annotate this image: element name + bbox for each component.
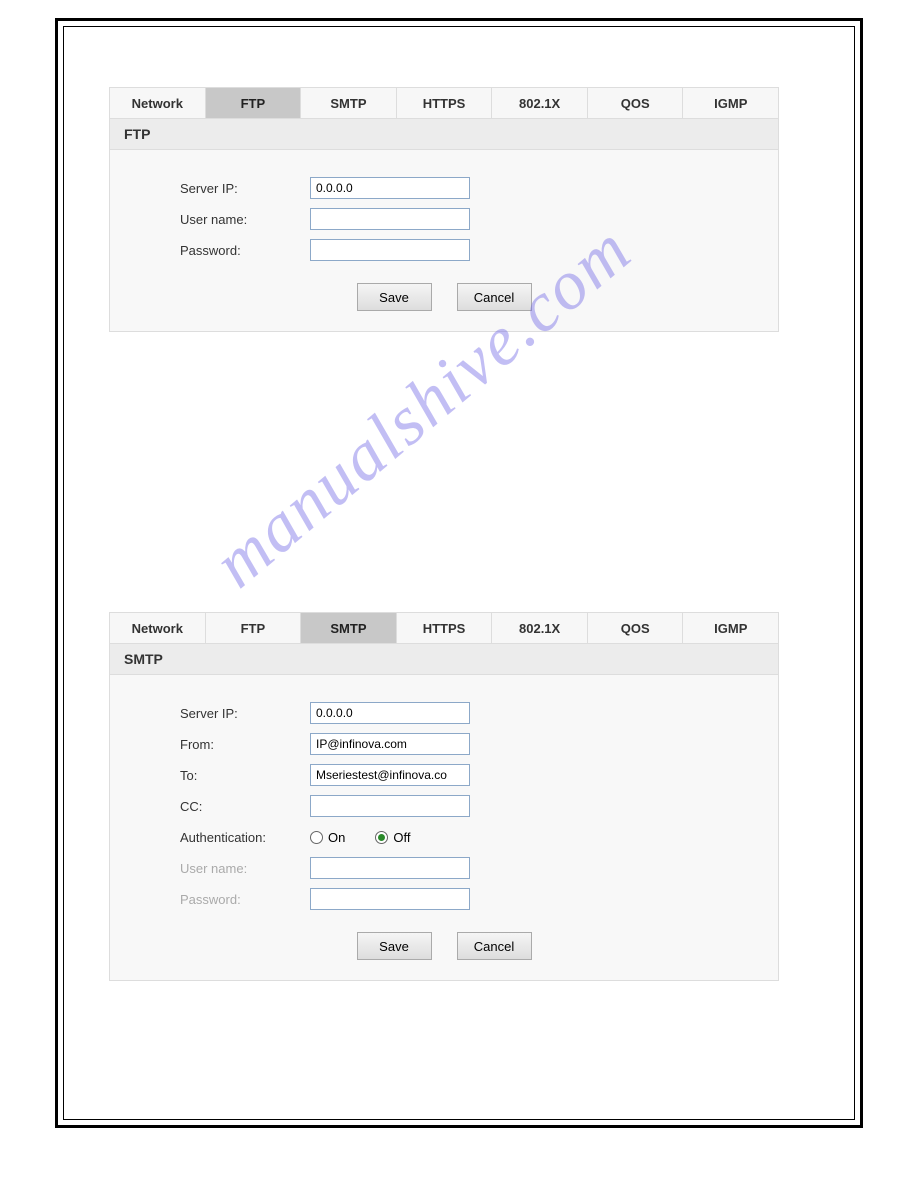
tab-https-2[interactable]: HTTPS (397, 613, 493, 643)
ftp-button-row: Save Cancel (180, 283, 708, 311)
smtp-auth-off[interactable]: Off (375, 830, 410, 845)
tab-8021x-2[interactable]: 802.1X (492, 613, 588, 643)
smtp-cancel-button[interactable]: Cancel (457, 932, 532, 960)
ftp-server-ip-label: Server IP: (180, 181, 310, 196)
smtp-section-header: SMTP (109, 644, 779, 675)
ftp-config-panel: Network FTP SMTP HTTPS 802.1X QOS IGMP F… (109, 87, 779, 332)
ftp-password-label: Password: (180, 243, 310, 258)
ftp-password-input[interactable] (310, 239, 470, 261)
tab-qos-2[interactable]: QOS (588, 613, 684, 643)
smtp-cc-row: CC: (180, 793, 708, 819)
smtp-to-input[interactable] (310, 764, 470, 786)
smtp-tabs: Network FTP SMTP HTTPS 802.1X QOS IGMP (109, 612, 779, 644)
smtp-from-row: From: (180, 731, 708, 757)
smtp-username-label: User name: (180, 861, 310, 876)
smtp-auth-on[interactable]: On (310, 830, 345, 845)
tab-igmp[interactable]: IGMP (683, 88, 778, 118)
ftp-form: Server IP: User name: Password: Save Can… (109, 150, 779, 332)
smtp-server-ip-row: Server IP: (180, 700, 708, 726)
tab-smtp[interactable]: SMTP (301, 88, 397, 118)
smtp-auth-row: Authentication: On Off (180, 824, 708, 850)
smtp-server-ip-input[interactable] (310, 702, 470, 724)
radio-on-icon (310, 831, 323, 844)
smtp-cc-input[interactable] (310, 795, 470, 817)
ftp-username-input[interactable] (310, 208, 470, 230)
outer-frame: Network FTP SMTP HTTPS 802.1X QOS IGMP F… (55, 18, 863, 1128)
ftp-section-header: FTP (109, 119, 779, 150)
ftp-username-label: User name: (180, 212, 310, 227)
ftp-save-button[interactable]: Save (357, 283, 432, 311)
tab-smtp-2[interactable]: SMTP (301, 613, 397, 643)
inner-frame: Network FTP SMTP HTTPS 802.1X QOS IGMP F… (63, 26, 855, 1120)
tab-https[interactable]: HTTPS (397, 88, 493, 118)
tab-qos[interactable]: QOS (588, 88, 684, 118)
tab-ftp-2[interactable]: FTP (206, 613, 302, 643)
smtp-password-row: Password: (180, 886, 708, 912)
smtp-cc-label: CC: (180, 799, 310, 814)
smtp-to-row: To: (180, 762, 708, 788)
smtp-config-panel: Network FTP SMTP HTTPS 802.1X QOS IGMP S… (109, 612, 779, 981)
smtp-to-label: To: (180, 768, 310, 783)
smtp-button-row: Save Cancel (180, 932, 708, 960)
smtp-auth-label: Authentication: (180, 830, 310, 845)
smtp-form: Server IP: From: To: CC: Authentication: (109, 675, 779, 981)
smtp-password-input[interactable] (310, 888, 470, 910)
radio-on-label: On (328, 830, 345, 845)
radio-off-label: Off (393, 830, 410, 845)
smtp-username-row: User name: (180, 855, 708, 881)
ftp-cancel-button[interactable]: Cancel (457, 283, 532, 311)
smtp-save-button[interactable]: Save (357, 932, 432, 960)
tab-network-2[interactable]: Network (110, 613, 206, 643)
tab-network[interactable]: Network (110, 88, 206, 118)
tab-8021x[interactable]: 802.1X (492, 88, 588, 118)
smtp-from-input[interactable] (310, 733, 470, 755)
ftp-password-row: Password: (180, 237, 708, 263)
radio-off-icon (375, 831, 388, 844)
tab-ftp[interactable]: FTP (206, 88, 302, 118)
ftp-server-ip-row: Server IP: (180, 175, 708, 201)
smtp-auth-radios: On Off (310, 830, 410, 845)
smtp-server-ip-label: Server IP: (180, 706, 310, 721)
smtp-username-input[interactable] (310, 857, 470, 879)
tab-igmp-2[interactable]: IGMP (683, 613, 778, 643)
smtp-password-label: Password: (180, 892, 310, 907)
ftp-username-row: User name: (180, 206, 708, 232)
ftp-server-ip-input[interactable] (310, 177, 470, 199)
smtp-from-label: From: (180, 737, 310, 752)
ftp-tabs: Network FTP SMTP HTTPS 802.1X QOS IGMP (109, 87, 779, 119)
